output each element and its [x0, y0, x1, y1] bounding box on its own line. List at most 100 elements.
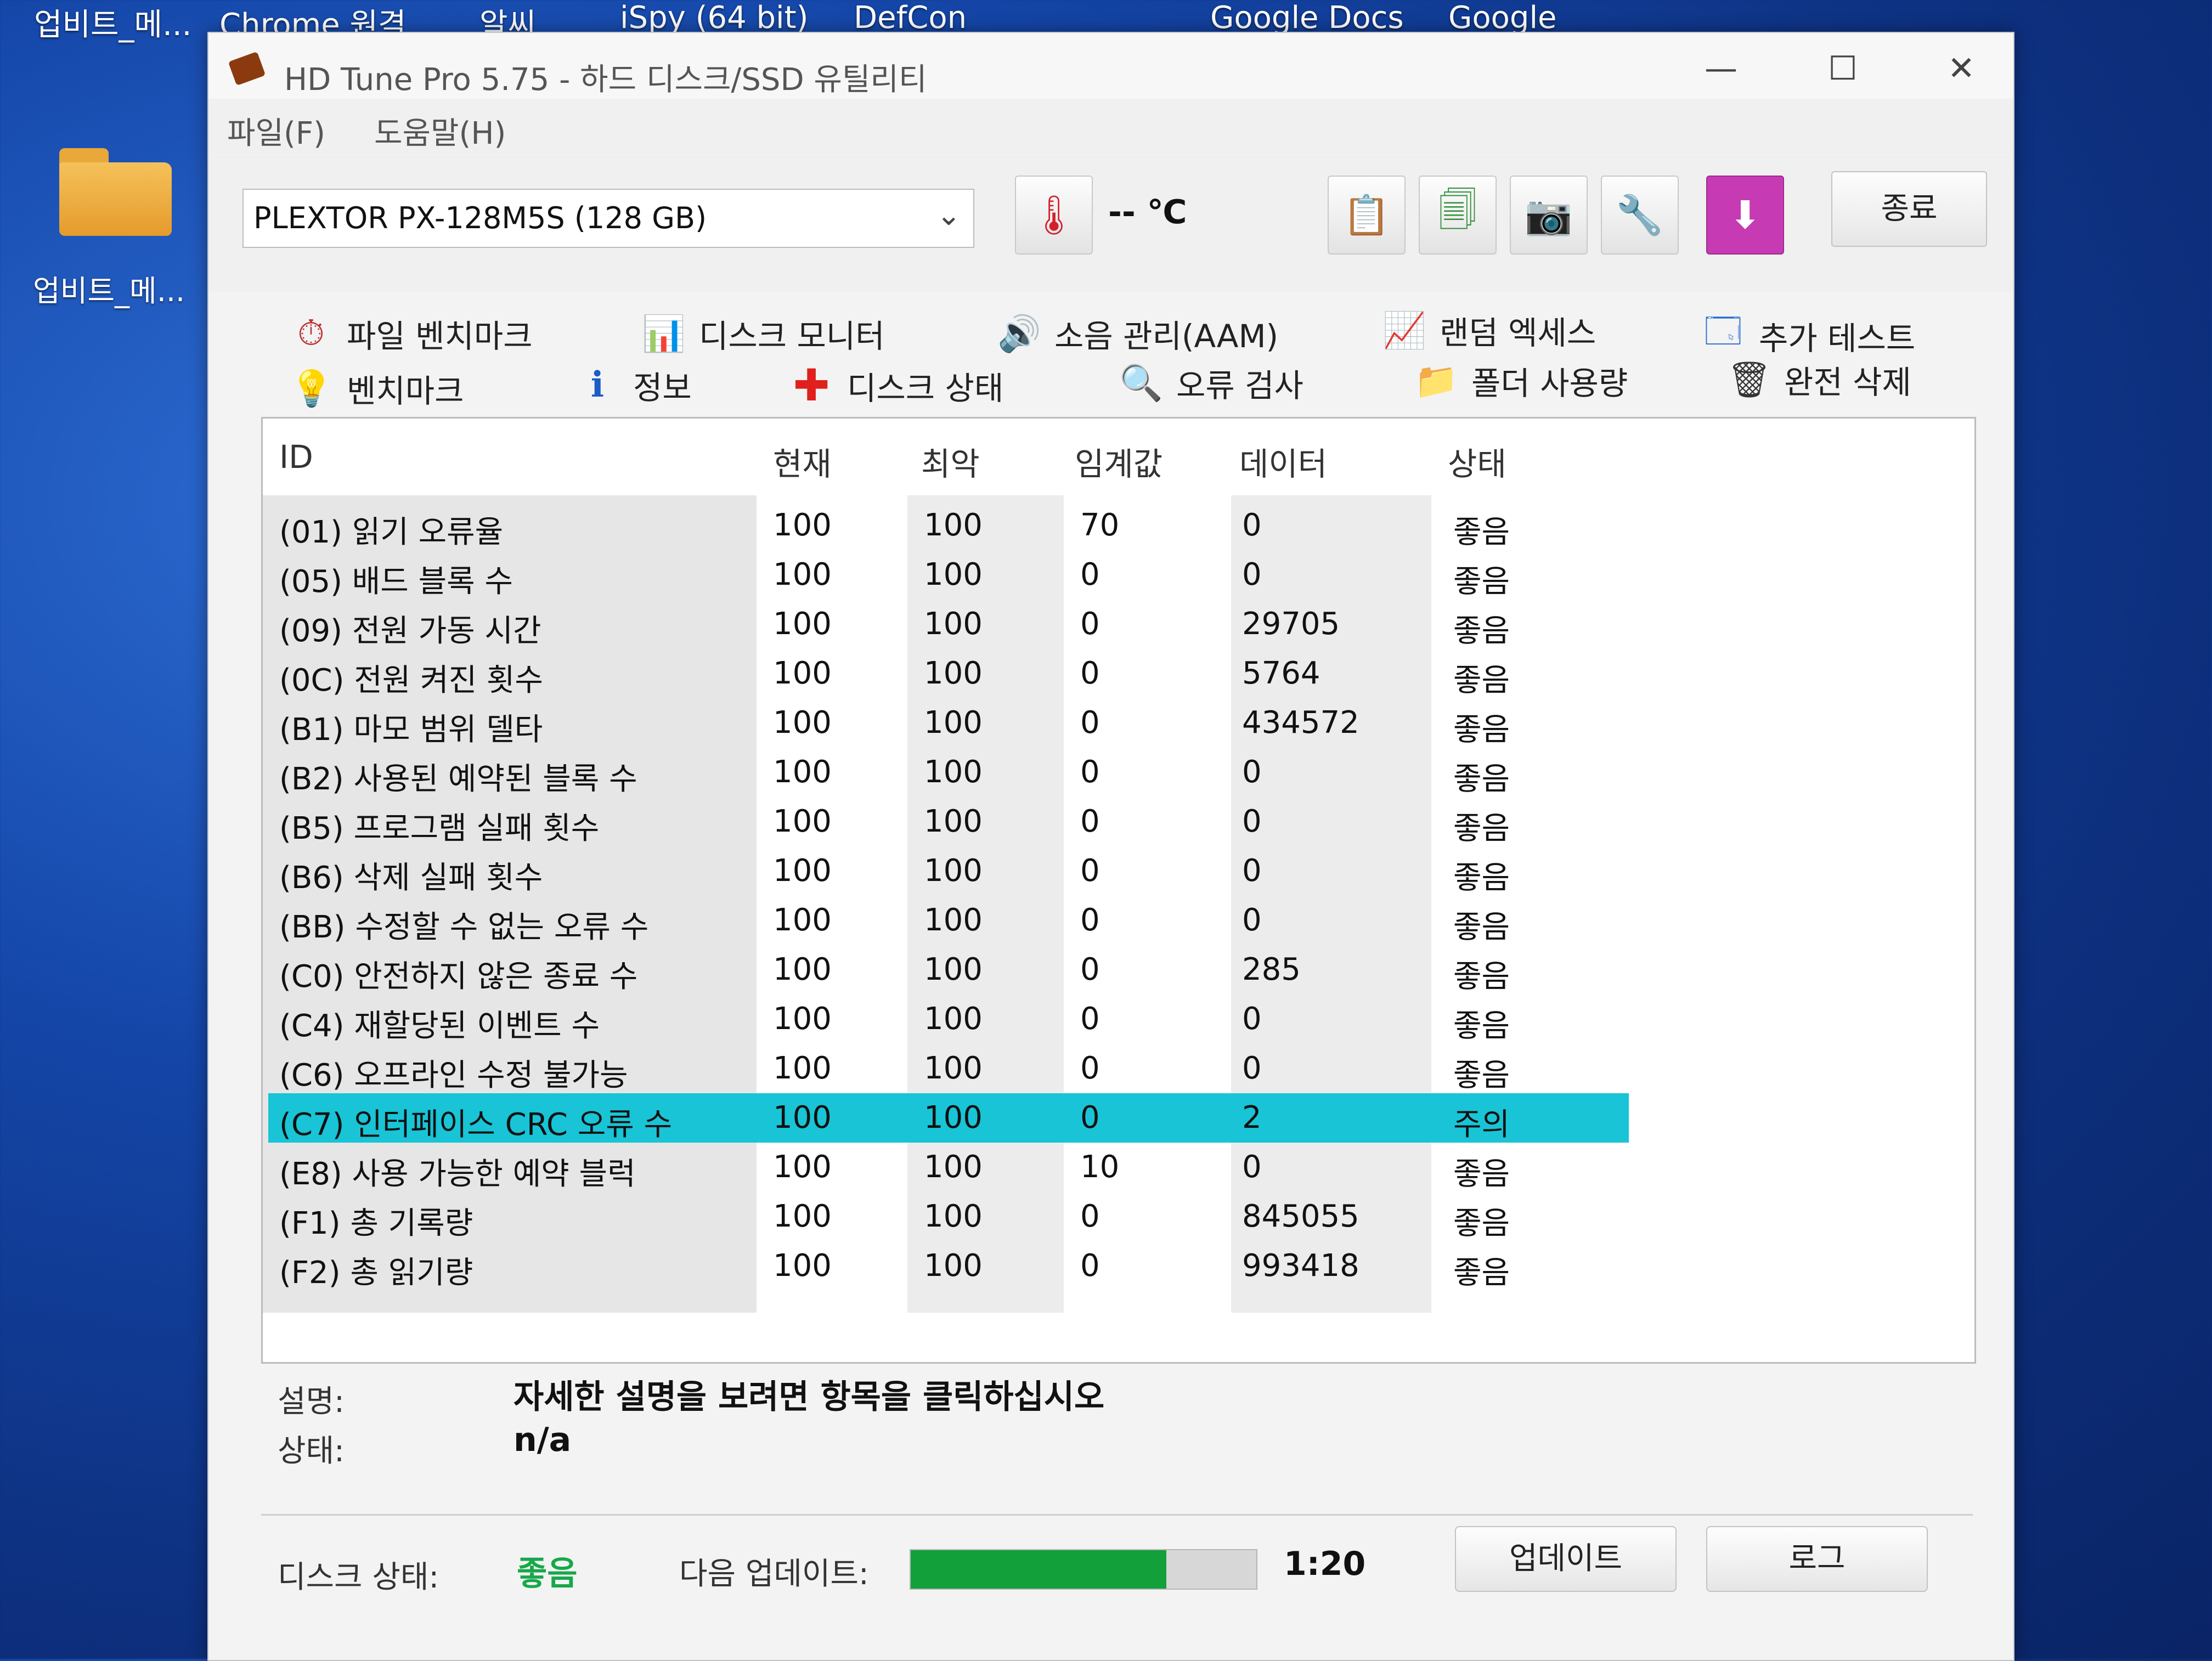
drive-select[interactable]: PLEXTOR PX-128M5S (128 GB) ⌄: [242, 189, 974, 248]
benchmark-icon: 💡: [290, 368, 334, 409]
cell-id: (BB) 수정할 수 없는 오류 수: [279, 909, 649, 945]
table-row[interactable]: (F1) 총 기록량 100 100 0 845055 좋음: [268, 1192, 1629, 1241]
col-header-id[interactable]: ID: [279, 438, 313, 476]
temperature-button[interactable]: 🌡: [1015, 176, 1093, 255]
table-row[interactable]: (0C) 전원 켜진 횟수 100 100 0 5764 좋음: [268, 649, 1629, 698]
disk-status-label: 디스크 상태:: [278, 1560, 439, 1595]
desktop-label[interactable]: 업비트_메...: [34, 0, 191, 44]
cell-worst: 100: [924, 656, 983, 691]
cell-current: 100: [773, 705, 832, 741]
save-download-button[interactable]: ⬇: [1706, 176, 1784, 255]
cell-id: (B6) 삭제 실패 횟수: [279, 860, 543, 896]
tab-info[interactable]: ℹ 정보: [576, 362, 692, 408]
tab-label: 랜덤 엑세스: [1440, 314, 1596, 352]
info-icon: ℹ: [590, 365, 605, 405]
cell-data: 0: [1242, 1149, 1262, 1185]
col-header-status[interactable]: 상태: [1448, 438, 1506, 484]
cell-worst: 100: [924, 1100, 983, 1135]
options-button[interactable]: 🔧: [1601, 176, 1679, 255]
window-title: HD Tune Pro 5.75 - 하드 디스크/SSD 유틸리티: [284, 62, 927, 98]
table-row[interactable]: (09) 전원 가동 시간 100 100 0 29705 좋음: [268, 600, 1629, 649]
close-button[interactable]: ✕: [1937, 49, 1986, 88]
cell-threshold: 0: [1080, 656, 1100, 691]
desktop-folder-icon[interactable]: [59, 148, 172, 236]
copy-text-icon: 📋: [1342, 192, 1391, 238]
tab-error-scan[interactable]: 🔍 오류 검사: [1119, 360, 1304, 406]
cell-worst: 100: [924, 804, 983, 839]
desktop-label[interactable]: iSpy (64 bit): [620, 0, 808, 36]
table-row[interactable]: (05) 배드 블록 수 100 100 0 0 좋음: [268, 550, 1629, 600]
tab-disk-monitor[interactable]: 📊 디스크 모니터: [642, 310, 885, 357]
table-row[interactable]: (01) 읽기 오류율 100 100 70 0 좋음: [268, 501, 1629, 550]
trash-icon: 🗑: [1727, 359, 1772, 400]
table-row[interactable]: (F2) 총 읽기량 100 100 0 993418 좋음: [268, 1241, 1629, 1291]
cell-threshold: 0: [1080, 804, 1100, 839]
cell-worst: 100: [924, 1001, 983, 1037]
table-row[interactable]: (C6) 오프라인 수정 불가능 100 100 0 0 좋음: [268, 1044, 1629, 1093]
tab-file-benchmark[interactable]: ⏱ 파일 벤치마크: [290, 310, 533, 357]
cell-id: (B2) 사용된 예약된 블록 수: [279, 761, 637, 797]
cell-status: 좋음: [1453, 909, 1510, 945]
speaker-icon: 🔊: [997, 313, 1041, 354]
disk-monitor-icon: 📊: [642, 313, 686, 354]
screenshot-button[interactable]: 📷: [1510, 176, 1588, 255]
update-button[interactable]: 업데이트: [1455, 1526, 1677, 1592]
thermometer-icon: 🌡: [1029, 192, 1079, 238]
tab-label: 완전 삭제: [1784, 364, 1911, 401]
cell-threshold: 0: [1080, 754, 1100, 790]
cell-worst: 100: [924, 754, 983, 790]
tab-benchmark[interactable]: 💡 벤치마크: [290, 365, 464, 411]
tab-erase[interactable]: 🗑 완전 삭제: [1727, 357, 1911, 403]
table-row[interactable]: (BB) 수정할 수 없는 오류 수 100 100 0 0 좋음: [268, 896, 1629, 945]
table-row[interactable]: (B6) 삭제 실패 횟수 100 100 0 0 좋음: [268, 846, 1629, 896]
table-row[interactable]: (C7) 인터페이스 CRC 오류 수 100 100 0 2 주의: [268, 1093, 1629, 1143]
table-row[interactable]: (B1) 마모 범위 델타 100 100 0 434572 좋음: [268, 698, 1629, 748]
minimize-button[interactable]: —: [1696, 49, 1746, 88]
cell-current: 100: [773, 1199, 832, 1234]
cell-current: 100: [773, 754, 832, 790]
magnifier-icon: 🔍: [1119, 363, 1163, 404]
table-row[interactable]: (C0) 안전하지 않은 종료 수 100 100 0 285 좋음: [268, 945, 1629, 995]
menu-help[interactable]: 도움말(H): [374, 109, 506, 153]
table-row[interactable]: (C4) 재할당된 이벤트 수 100 100 0 0 좋음: [268, 995, 1629, 1044]
description-label: 설명:: [278, 1384, 345, 1420]
tab-folder-usage[interactable]: 📁 폴더 사용량: [1414, 358, 1628, 404]
app-icon: [228, 51, 266, 86]
tab-random-access[interactable]: 📈 랜덤 엑세스: [1383, 307, 1596, 353]
cell-data: 0: [1242, 754, 1262, 790]
table-row[interactable]: (E8) 사용 가능한 예약 블럭 100 100 10 0 좋음: [268, 1143, 1629, 1192]
col-header-current[interactable]: 현재: [773, 438, 832, 484]
desktop-label[interactable]: Google: [1448, 0, 1556, 36]
desktop-folder-label[interactable]: 업비트_메...: [33, 267, 185, 310]
desktop-label[interactable]: Google Docs: [1210, 0, 1404, 36]
cell-id: (05) 배드 블록 수: [279, 564, 513, 600]
log-button[interactable]: 로그: [1706, 1526, 1928, 1592]
cell-current: 100: [773, 1100, 832, 1135]
cell-current: 100: [773, 606, 832, 642]
table-header: ID 현재 최악 임계값 데이터 상태: [263, 419, 1974, 495]
col-header-worst[interactable]: 최악: [921, 438, 980, 484]
tab-health[interactable]: ✚ 디스크 상태: [790, 360, 1003, 411]
tab-label: 폴더 사용량: [1471, 365, 1628, 402]
col-header-data[interactable]: 데이터: [1239, 438, 1327, 484]
cell-data: 0: [1242, 804, 1262, 839]
table-row[interactable]: (B2) 사용된 예약된 블록 수 100 100 0 0 좋음: [268, 748, 1629, 797]
cell-status: 좋음: [1453, 959, 1510, 995]
title-bar[interactable]: HD Tune Pro 5.75 - 하드 디스크/SSD 유틸리티 — ☐ ✕: [208, 33, 2013, 99]
cell-current: 100: [773, 656, 832, 691]
desktop-label[interactable]: DefCon: [854, 0, 967, 36]
tab-aam[interactable]: 🔊 소음 관리(AAM): [997, 310, 1278, 357]
copy-screenshot-button[interactable]: 🗐: [1419, 176, 1497, 255]
exit-button[interactable]: 종료: [1831, 171, 1987, 247]
table-row[interactable]: (B5) 프로그램 실패 횟수 100 100 0 0 좋음: [268, 797, 1629, 846]
next-update-time: 1:20: [1284, 1545, 1366, 1583]
random-access-icon: 📈: [1383, 310, 1426, 351]
copy-info-button[interactable]: 📋: [1328, 176, 1406, 255]
cell-threshold: 0: [1080, 606, 1100, 642]
col-header-threshold[interactable]: 임계값: [1075, 438, 1163, 484]
cell-data: 434572: [1242, 705, 1359, 741]
menu-file[interactable]: 파일(F): [227, 109, 325, 153]
cell-status: 좋음: [1453, 712, 1510, 748]
maximize-button[interactable]: ☐: [1818, 49, 1867, 88]
cell-threshold: 0: [1080, 1248, 1100, 1284]
